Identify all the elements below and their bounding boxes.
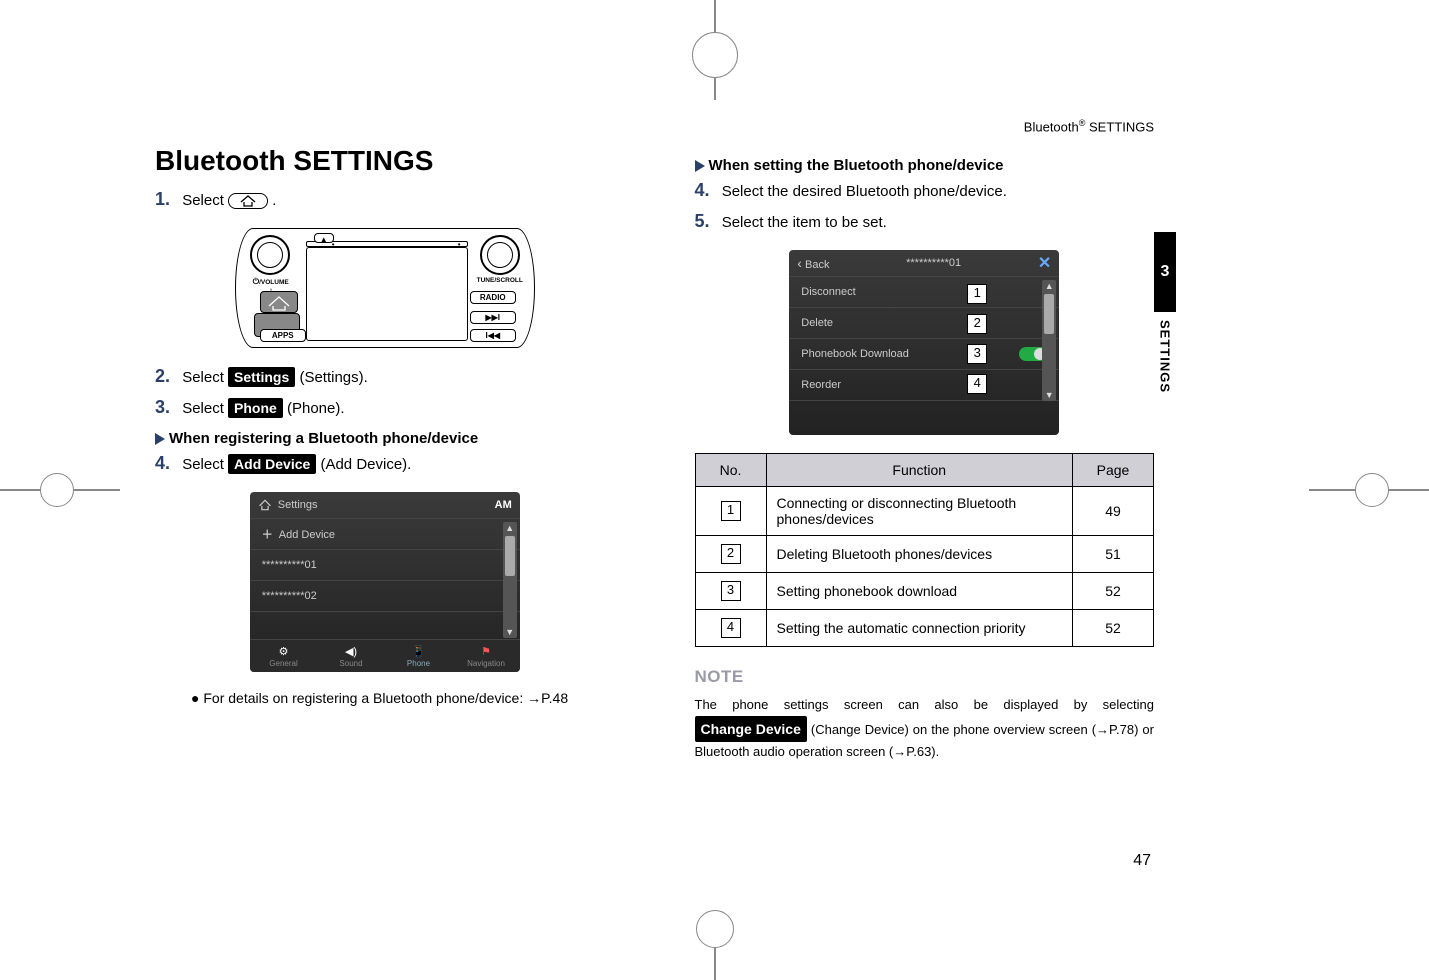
add-device-button-label: Add Device — [228, 454, 316, 474]
bullet-details: ● For details on registering a Bluetooth… — [191, 690, 615, 706]
step-3: 3. Select Phone (Phone). — [155, 397, 615, 418]
page-number: 47 — [1133, 852, 1151, 870]
callout-3: 3 — [967, 344, 987, 364]
scroll-thumb — [1044, 294, 1054, 334]
note-body: The phone settings screen can also be di… — [695, 695, 1155, 763]
ss1-topright: AM — [495, 499, 512, 511]
dial-tune-label: TUNE/SCROLL — [472, 277, 528, 284]
change-device-button-label: Change Device — [695, 716, 807, 742]
table-row: 4 Setting the automatic connection prior… — [695, 610, 1154, 647]
scrollbar: ▲ ▼ — [503, 522, 517, 638]
phone-button-label: Phone — [228, 398, 283, 418]
empty-row — [250, 611, 520, 634]
step-4-right: 4. Select the desired Bluetooth phone/de… — [695, 180, 1155, 201]
home-button-icon — [228, 193, 268, 209]
back-button: ‹ Back — [797, 255, 829, 271]
triangle-icon — [155, 433, 165, 445]
scroll-thumb — [505, 536, 515, 576]
th-page: Page — [1073, 454, 1154, 487]
subheading-register: When registering a Bluetooth phone/devic… — [155, 430, 615, 447]
step-1-text: Select — [182, 192, 228, 209]
crop-mark-right — [1309, 489, 1429, 491]
step-1: 1. Select . — [155, 189, 615, 210]
console-diagram: ⏻/VOLUME♪ TUNE/SCROLL ▲ • • RADIO ▶▶I I◀… — [155, 228, 615, 348]
screenshot-settings: Settings AM ＋Add Device **********01› **… — [155, 492, 615, 672]
ffwd-button: ▶▶I — [470, 311, 516, 324]
chapter-number: 3 — [1154, 232, 1176, 312]
crop-mark-bottom — [714, 910, 716, 980]
row-delete: Delete — [789, 307, 1059, 338]
running-header: Bluetooth® SETTINGS — [1024, 118, 1154, 134]
subheading-setting: When setting the Bluetooth phone/device — [695, 157, 1155, 174]
radio-button: RADIO — [470, 291, 516, 304]
right-column: When setting the Bluetooth phone/device … — [695, 145, 1155, 763]
step-5: 5. Select the item to be set. — [695, 211, 1155, 232]
scroll-down-icon: ▼ — [503, 626, 517, 638]
table-row: 1 Connecting or disconnecting Bluetooth … — [695, 487, 1154, 536]
step-2: 2. Select Settings (Settings). — [155, 366, 615, 387]
scroll-down-icon: ▼ — [1042, 389, 1056, 401]
scrollbar: ▲ ▼ — [1042, 280, 1056, 401]
apps-button: APPS — [260, 329, 306, 342]
callout-2: 2 — [967, 314, 987, 334]
ss2-title: **********01 — [906, 257, 961, 269]
device-row-2: **********02› — [250, 580, 520, 611]
thumb-tab: 3 SETTINGS — [1154, 232, 1176, 452]
ss1-title: Settings — [278, 499, 318, 511]
screenshot-device-menu: ‹ Back **********01 ✕ Disconnect Delete … — [695, 250, 1155, 435]
chapter-label: SETTINGS — [1158, 312, 1173, 393]
th-function: Function — [766, 454, 1073, 487]
scroll-up-icon: ▲ — [1042, 280, 1056, 292]
table-row: 2 Deleting Bluetooth phones/devices 51 — [695, 536, 1154, 573]
tab-general: ⚙General — [250, 640, 318, 672]
settings-button-label: Settings — [228, 367, 295, 387]
close-icon: ✕ — [1038, 253, 1051, 273]
left-column: Bluetooth SETTINGS 1. Select . ⏻/VOLUME♪… — [155, 145, 615, 763]
crop-mark-top — [714, 0, 716, 100]
home-icon — [258, 499, 272, 511]
empty-row — [789, 400, 1059, 419]
row-reorder: Reorder› — [789, 369, 1059, 400]
tab-sound: ◀)Sound — [317, 640, 385, 672]
callout-4: 4 — [967, 374, 987, 394]
callout-1: 1 — [967, 284, 987, 304]
page-title: Bluetooth SETTINGS — [155, 145, 615, 177]
hdr-pre: Bluetooth — [1024, 119, 1079, 134]
row-phonebook: Phonebook Download — [789, 338, 1059, 369]
scroll-up-icon: ▲ — [503, 522, 517, 534]
triangle-icon — [695, 160, 705, 172]
step-1-num: 1. — [155, 189, 170, 209]
hdr-post: SETTINGS — [1085, 119, 1154, 134]
th-no: No. — [695, 454, 766, 487]
note-heading: NOTE — [695, 667, 1155, 687]
crop-mark-left — [0, 489, 120, 491]
row-disconnect: Disconnect — [789, 276, 1059, 307]
step-1-trailing: . — [272, 192, 276, 209]
tab-navigation: ⚑Navigation — [452, 640, 520, 672]
tab-phone: 📱Phone — [385, 640, 453, 672]
table-row: 3 Setting phonebook download 52 — [695, 573, 1154, 610]
add-device-row: ＋Add Device — [250, 518, 520, 549]
device-row-1: **********01› — [250, 549, 520, 580]
function-table: No. Function Page 1 Connecting or discon… — [695, 453, 1155, 647]
rwd-button: I◀◀ — [470, 329, 516, 342]
step-4-left: 4. Select Add Device (Add Device). — [155, 453, 615, 474]
